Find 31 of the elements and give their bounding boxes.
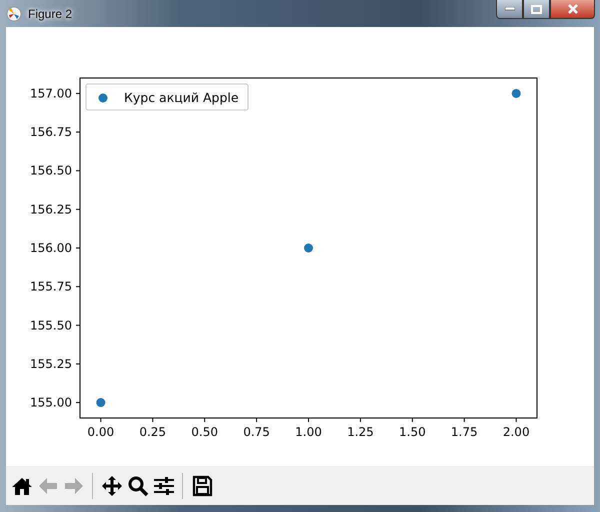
legend-label: Курс акций Apple [124,90,239,105]
y-tick-label: 156.50 [30,164,72,178]
window-title: Figure 2 [28,6,72,20]
x-tick-label: 2.00 [502,425,530,439]
close-button[interactable] [550,0,595,19]
x-tick-label: 1.50 [399,425,426,439]
x-tick-label: 0.00 [87,425,114,439]
x-tick-label: 0.50 [191,425,218,439]
y-tick-label: 155.50 [30,318,72,332]
x-tick-label: 1.75 [450,425,478,439]
minimize-icon [504,7,514,11]
y-tick-label: 157.00 [30,86,72,100]
y-tick-label: 155.00 [30,396,72,410]
x-tick-label: 0.75 [243,425,270,439]
y-tick-label: 155.25 [30,356,72,371]
y-tick-label: 156.00 [30,241,72,255]
move-icon[interactable] [100,474,123,497]
x-tick-label: 0.25 [139,425,166,439]
x-tick-label: 1.00 [295,425,322,439]
y-tick-label: 156.75 [30,125,72,140]
maximize-button[interactable] [523,0,550,19]
close-icon [566,4,578,14]
y-tick-label: 156.25 [30,202,72,216]
app-icon [6,6,22,22]
x-tick-label: 1.25 [347,425,374,439]
zoom-icon[interactable] [126,474,149,497]
minimize-button[interactable] [496,0,523,19]
y-tick-label: 155.75 [30,280,72,294]
maximize-icon [531,4,542,14]
save-icon[interactable] [190,474,213,497]
sliders-icon[interactable] [152,474,175,497]
